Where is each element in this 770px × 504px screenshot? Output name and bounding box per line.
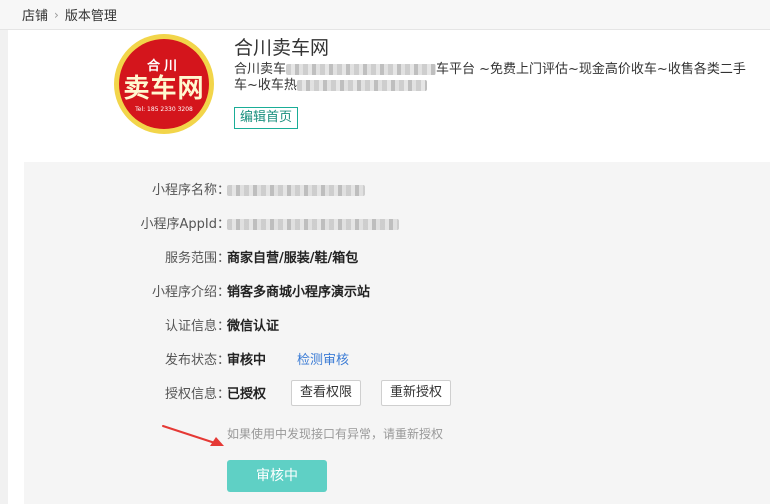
review-status-button[interactable]: 审核中 xyxy=(227,460,327,492)
scope-label: 服务范围： xyxy=(164,251,230,266)
row-cert: 认证信息： 微信认证 xyxy=(24,317,770,337)
view-permission-button[interactable]: 查看权限 xyxy=(291,380,362,406)
store-logo: 合川 卖车网 Tel: 185 2330 3208 xyxy=(114,34,214,134)
logo-top-text: 合川 xyxy=(146,59,181,74)
mini-name-value xyxy=(227,181,365,201)
auth-value: 已授权 xyxy=(227,387,267,402)
breadcrumb-root[interactable]: 店铺 xyxy=(22,5,48,24)
blurred-text xyxy=(227,185,365,196)
info-panel: 小程序名称： 小程序AppId： 服务范围： 商家自营/服装/鞋/箱包 小程序介… xyxy=(24,162,770,504)
logo-main-text: 卖车网 xyxy=(123,74,205,104)
cert-label: 认证信息： xyxy=(164,319,230,334)
store-desc-part1: 合川卖车 xyxy=(234,62,287,77)
publish-value: 审核中 xyxy=(227,353,267,368)
publish-label: 发布状态： xyxy=(164,353,230,368)
store-description: 合川卖车 车平台 ~免费上门评估~现金高价收车~收售各类二手 车~收车热 xyxy=(234,62,770,94)
row-intro: 小程序介绍： 销客多商城小程序演示站 xyxy=(24,283,770,303)
intro-value: 销客多商城小程序演示站 xyxy=(227,285,371,300)
row-publish: 发布状态： 审核中 检测审核 xyxy=(24,351,770,371)
row-auth: 授权信息： 已授权 查看权限 重新授权 xyxy=(24,380,770,406)
auth-label: 授权信息： xyxy=(164,387,230,402)
edit-home-button[interactable]: 编辑首页 xyxy=(234,107,299,129)
row-scope: 服务范围： 商家自营/服装/鞋/箱包 xyxy=(24,249,770,269)
appid-label: 小程序AppId： xyxy=(140,217,230,232)
cert-value: 微信认证 xyxy=(227,319,280,334)
left-gutter xyxy=(0,30,8,504)
breadcrumb: 店铺 › 版本管理 xyxy=(0,0,770,30)
intro-label: 小程序介绍： xyxy=(151,285,230,300)
store-desc-part2: 车平台 ~免费上门评估~现金高价收车~收售各类二手 xyxy=(436,62,746,77)
row-mini-name: 小程序名称： xyxy=(24,181,770,201)
blurred-text xyxy=(227,219,399,230)
check-review-link[interactable]: 检测审核 xyxy=(297,351,349,371)
store-logo-badge: 合川 卖车网 Tel: 185 2330 3208 xyxy=(119,39,209,129)
reauthorize-button[interactable]: 重新授权 xyxy=(381,380,452,406)
store-title: 合川卖车网 xyxy=(234,37,330,59)
row-appid: 小程序AppId： xyxy=(24,215,770,235)
breadcrumb-separator-icon: › xyxy=(54,7,59,22)
annotation-arrow-icon xyxy=(162,425,224,446)
blurred-text xyxy=(296,80,427,91)
mini-name-label: 小程序名称： xyxy=(151,183,230,198)
store-desc-part3: 车~收车热 xyxy=(234,78,297,93)
reauth-hint: 如果使用中发现接口有异常，请重新授权 xyxy=(227,427,444,441)
breadcrumb-current: 版本管理 xyxy=(64,9,117,24)
scope-value: 商家自营/服装/鞋/箱包 xyxy=(227,251,359,266)
appid-value xyxy=(227,215,399,235)
logo-tel-text: Tel: 185 2330 3208 xyxy=(135,106,193,113)
blurred-text xyxy=(286,64,437,75)
